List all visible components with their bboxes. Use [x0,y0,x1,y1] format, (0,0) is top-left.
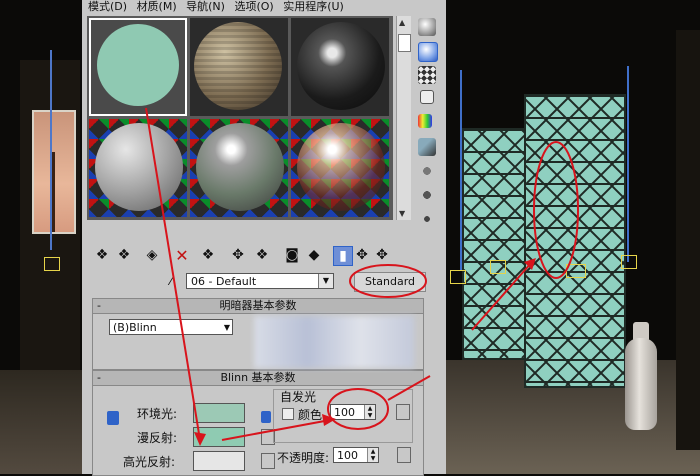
annotation-arrow-diffuse [221,419,331,441]
annotation-arrow-lattice [471,261,533,331]
annotation-circle-self-illum [327,388,389,430]
annotation-circle-lattice [533,141,579,279]
annotation-circle-standard [349,264,427,298]
arrowhead [194,432,206,446]
annotation-arrow-self-illum [387,375,431,401]
annotation-arrow-slot [145,107,201,441]
annotation-layer [145,107,579,446]
